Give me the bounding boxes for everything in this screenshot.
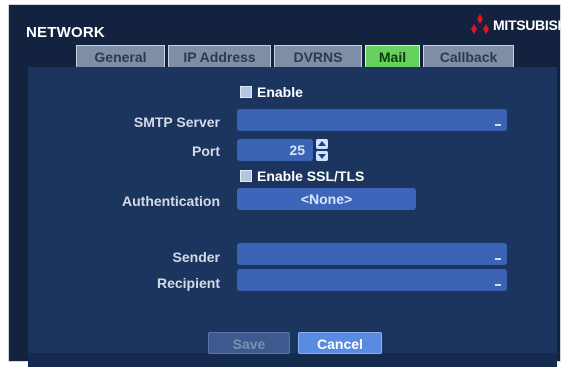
spin-down-icon[interactable] xyxy=(316,151,328,161)
window-title: NETWORK xyxy=(26,24,105,41)
brand-logo: MITSUBISHI xyxy=(465,14,567,36)
cancel-button[interactable]: Cancel xyxy=(298,332,382,354)
port-value: 25 xyxy=(289,142,305,158)
recipient-field[interactable] xyxy=(237,269,507,291)
sender-field[interactable] xyxy=(237,243,507,265)
brand-name: MITSUBISHI xyxy=(493,17,567,33)
edit-icon xyxy=(495,258,501,260)
recipient-label: Recipient xyxy=(156,275,220,291)
save-button[interactable]: Save xyxy=(208,332,290,354)
edit-icon xyxy=(495,124,501,126)
edit-icon xyxy=(495,284,501,286)
enable-checkbox[interactable] xyxy=(240,86,252,98)
authentication-select[interactable]: <None> xyxy=(237,188,416,210)
port-field[interactable]: 25 xyxy=(237,139,313,161)
network-window: NETWORK MITSUBISHI General IP Address DV… xyxy=(8,4,567,367)
tab-general[interactable]: General xyxy=(76,45,165,67)
ssl-checkbox[interactable] xyxy=(240,170,252,182)
three-diamond-logo-icon xyxy=(471,14,489,34)
port-label: Port xyxy=(192,143,220,159)
tab-mail[interactable]: Mail xyxy=(365,45,420,67)
smtp-server-field[interactable] xyxy=(237,109,507,131)
spin-up-icon[interactable] xyxy=(316,139,328,149)
sender-label: Sender xyxy=(172,249,220,265)
authentication-value: <None> xyxy=(300,191,353,207)
enable-label: Enable xyxy=(257,84,303,100)
ssl-checkbox-row[interactable]: Enable SSL/TLS xyxy=(240,168,364,184)
enable-checkbox-row[interactable]: Enable xyxy=(240,84,303,100)
smtp-server-label: SMTP Server xyxy=(133,114,220,130)
tab-dvrns[interactable]: DVRNS xyxy=(274,45,362,67)
port-spinner[interactable] xyxy=(316,139,328,161)
panel-footer-strip xyxy=(28,353,557,367)
tab-ip-address[interactable]: IP Address xyxy=(168,45,271,67)
tab-callback[interactable]: Callback xyxy=(423,45,514,67)
ssl-label: Enable SSL/TLS xyxy=(257,168,365,184)
authentication-label: Authentication xyxy=(122,193,220,209)
